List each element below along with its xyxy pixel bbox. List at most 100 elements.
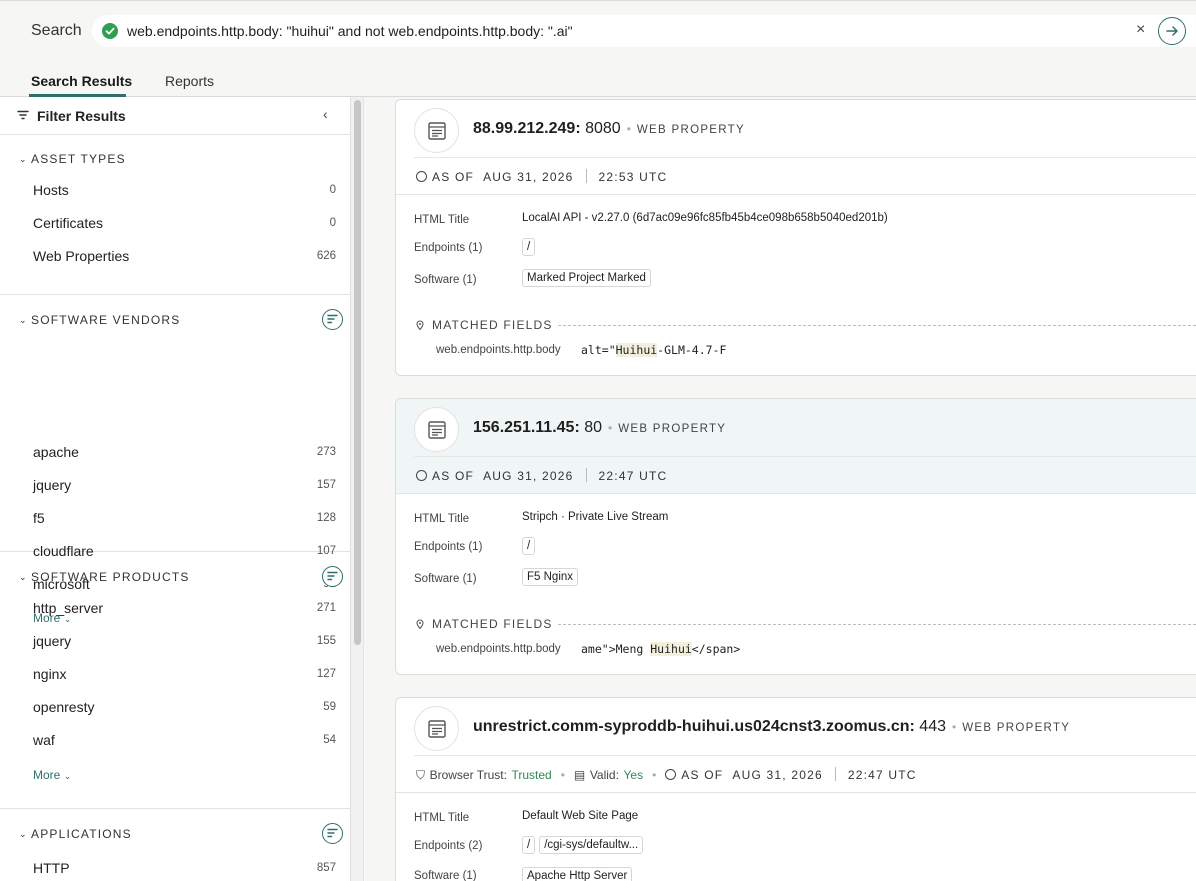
matched-highlight: Huihui bbox=[650, 642, 692, 656]
result-card-header: 88.99.212.249: 8080 • WEB PROPERTY AS OF A… bbox=[396, 100, 1196, 195]
filter-item-openresty[interactable]: openresty 59 bbox=[33, 699, 336, 719]
filter-icon bbox=[17, 110, 29, 120]
filter-item-http[interactable]: HTTP 857 bbox=[33, 860, 336, 880]
result-meta: ⛉ Browser Trust: Trusted • ▤ Valid: Yes • AS… bbox=[416, 767, 917, 783]
as-of-label: AS OF bbox=[681, 768, 724, 782]
section-toggle-asset-types[interactable]: ⌄ ASSET TYPES bbox=[19, 152, 126, 166]
chevron-down-icon: ⌄ bbox=[63, 771, 72, 781]
filter-item-apache[interactable]: apache 273 bbox=[33, 444, 336, 464]
web-page-icon bbox=[414, 108, 459, 153]
clear-icon[interactable]: × bbox=[1136, 21, 1145, 39]
filter-item-label: http_server bbox=[33, 600, 104, 616]
software-list: F5 Nginx bbox=[522, 568, 582, 586]
filter-item-label: Web Properties bbox=[33, 248, 130, 264]
software-chip[interactable]: Apache Http Server bbox=[522, 867, 633, 881]
result-title[interactable]: unrestrict.comm-syproddb-huihui.us024cns… bbox=[473, 718, 1070, 736]
section-toggle-software-products[interactable]: ⌄ SOFTWARE PRODUCTS bbox=[19, 570, 190, 584]
as-of-label: AS OF bbox=[432, 170, 475, 184]
filter-item-count: 857 bbox=[316, 862, 336, 874]
divider bbox=[414, 755, 1196, 756]
shield-icon: ⛉ bbox=[416, 768, 426, 782]
section-title: SOFTWARE PRODUCTS bbox=[31, 570, 190, 584]
result-card[interactable]: 88.99.212.249: 8080 • WEB PROPERTY AS OF A… bbox=[395, 99, 1196, 376]
browser-trust-value: Trusted bbox=[511, 768, 552, 782]
result-title[interactable]: 88.99.212.249: 8080 • WEB PROPERTY bbox=[473, 120, 745, 138]
result-host[interactable]: 88.99.212.249: bbox=[473, 120, 581, 137]
filter-item-hosts[interactable]: Hosts 0 bbox=[33, 182, 336, 202]
web-page-icon bbox=[414, 407, 459, 452]
more-label: More bbox=[33, 768, 61, 782]
endpoint-chip[interactable]: / bbox=[522, 836, 536, 854]
valid-value: Yes bbox=[623, 768, 644, 782]
collapse-sidebar-icon[interactable]: ‹ bbox=[323, 106, 328, 122]
filter-item-certificates[interactable]: Certificates 0 bbox=[33, 215, 336, 235]
filter-item-web-properties[interactable]: Web Properties 626 bbox=[33, 248, 336, 268]
separator-dot: • bbox=[608, 421, 613, 435]
search-input[interactable]: web.endpoints.http.body: "huihui" and no… bbox=[92, 15, 1196, 47]
endpoint-chip[interactable]: /cgi-sys/defaultw... bbox=[539, 836, 644, 854]
filter-item-label: Hosts bbox=[33, 182, 69, 198]
clock-icon bbox=[416, 171, 427, 182]
filter-item-http-server[interactable]: http_server 271 bbox=[33, 600, 336, 620]
result-timestamp: AS OF AUG 31, 2026 22:53 UTC bbox=[416, 169, 667, 184]
endpoints-list: / bbox=[522, 238, 539, 256]
endpoints-list: / bbox=[522, 537, 539, 555]
filter-item-count: 155 bbox=[316, 635, 336, 647]
section-toggle-applications[interactable]: ⌄ APPLICATIONS bbox=[19, 827, 132, 841]
html-title-value: Stripch · Private Live Stream bbox=[522, 511, 669, 523]
software-chip[interactable]: F5 Nginx bbox=[522, 568, 579, 586]
submit-search-button[interactable] bbox=[1158, 17, 1186, 45]
clock-icon bbox=[416, 470, 427, 481]
web-page-icon bbox=[414, 706, 459, 751]
arrow-right-icon bbox=[1166, 26, 1178, 36]
filter-item-label: apache bbox=[33, 444, 79, 460]
filter-header: Filter Results ‹ bbox=[0, 97, 350, 135]
filter-item-waf[interactable]: waf 54 bbox=[33, 732, 336, 752]
tab-search-results[interactable]: Search Results bbox=[31, 73, 132, 89]
html-title-value: Default Web Site Page bbox=[522, 810, 639, 822]
sort-icon[interactable] bbox=[322, 566, 343, 587]
result-port: 8080 bbox=[585, 120, 621, 137]
endpoint-chip[interactable]: / bbox=[522, 238, 536, 256]
endpoints-label: Endpoints (1) bbox=[414, 541, 483, 553]
filter-item-jquery[interactable]: jquery 157 bbox=[33, 477, 336, 497]
sidebar-scrollbar-thumb[interactable] bbox=[354, 100, 361, 645]
filter-item-count: 157 bbox=[316, 479, 336, 491]
dashed-divider bbox=[558, 325, 1196, 326]
section-toggle-software-vendors[interactable]: ⌄ SOFTWARE VENDORS bbox=[19, 313, 180, 327]
software-label: Software (1) bbox=[414, 573, 477, 585]
chevron-down-icon: ⌄ bbox=[19, 154, 28, 164]
clock-icon bbox=[665, 769, 677, 780]
section-title: APPLICATIONS bbox=[31, 827, 132, 841]
endpoints-list: //cgi-sys/defaultw... bbox=[522, 836, 647, 854]
sort-icon[interactable] bbox=[322, 823, 343, 844]
sort-icon[interactable] bbox=[322, 309, 343, 330]
section-title: SOFTWARE VENDORS bbox=[31, 313, 181, 327]
html-title-label: HTML Title bbox=[414, 513, 470, 525]
filter-item-count: 127 bbox=[316, 668, 336, 680]
more-products-link[interactable]: More ⌄ bbox=[33, 768, 71, 782]
filter-item-label: HTTP bbox=[33, 860, 70, 876]
result-title[interactable]: 156.251.11.45: 80 • WEB PROPERTY bbox=[473, 419, 726, 437]
endpoints-label: Endpoints (1) bbox=[414, 242, 483, 254]
result-card[interactable]: 156.251.11.45: 80 • WEB PROPERTY AS OF AUG… bbox=[395, 398, 1196, 675]
section-software-products: ⌄ SOFTWARE PRODUCTS http_server 271 jquery… bbox=[0, 552, 350, 809]
result-host[interactable]: 156.251.11.45: bbox=[473, 419, 580, 436]
filter-item-label: jquery bbox=[33, 477, 72, 493]
filter-item-count: 128 bbox=[316, 512, 336, 524]
tab-reports[interactable]: Reports bbox=[165, 73, 214, 89]
result-host[interactable]: unrestrict.comm-syproddb-huihui.us024cns… bbox=[473, 718, 915, 735]
search-query[interactable]: web.endpoints.http.body: "huihui" and no… bbox=[127, 23, 573, 39]
result-card[interactable]: unrestrict.comm-syproddb-huihui.us024cns… bbox=[395, 697, 1196, 881]
filter-item-nginx[interactable]: nginx 127 bbox=[33, 666, 336, 686]
chevron-down-icon: ⌄ bbox=[19, 829, 28, 839]
endpoint-chip[interactable]: / bbox=[522, 537, 536, 555]
filter-item-jquery[interactable]: jquery 155 bbox=[33, 633, 336, 653]
software-chip[interactable]: Marked Project Marked bbox=[522, 269, 651, 287]
filter-item-count: 0 bbox=[329, 217, 336, 229]
matched-field-value: alt="Huihui-GLM-4.7-F bbox=[581, 343, 726, 357]
filter-item-count: 273 bbox=[316, 446, 336, 458]
filter-item-f5[interactable]: f5 128 bbox=[33, 510, 336, 530]
result-date: AUG 31, 2026 bbox=[483, 170, 574, 184]
chevron-down-icon: ⌄ bbox=[19, 572, 28, 582]
